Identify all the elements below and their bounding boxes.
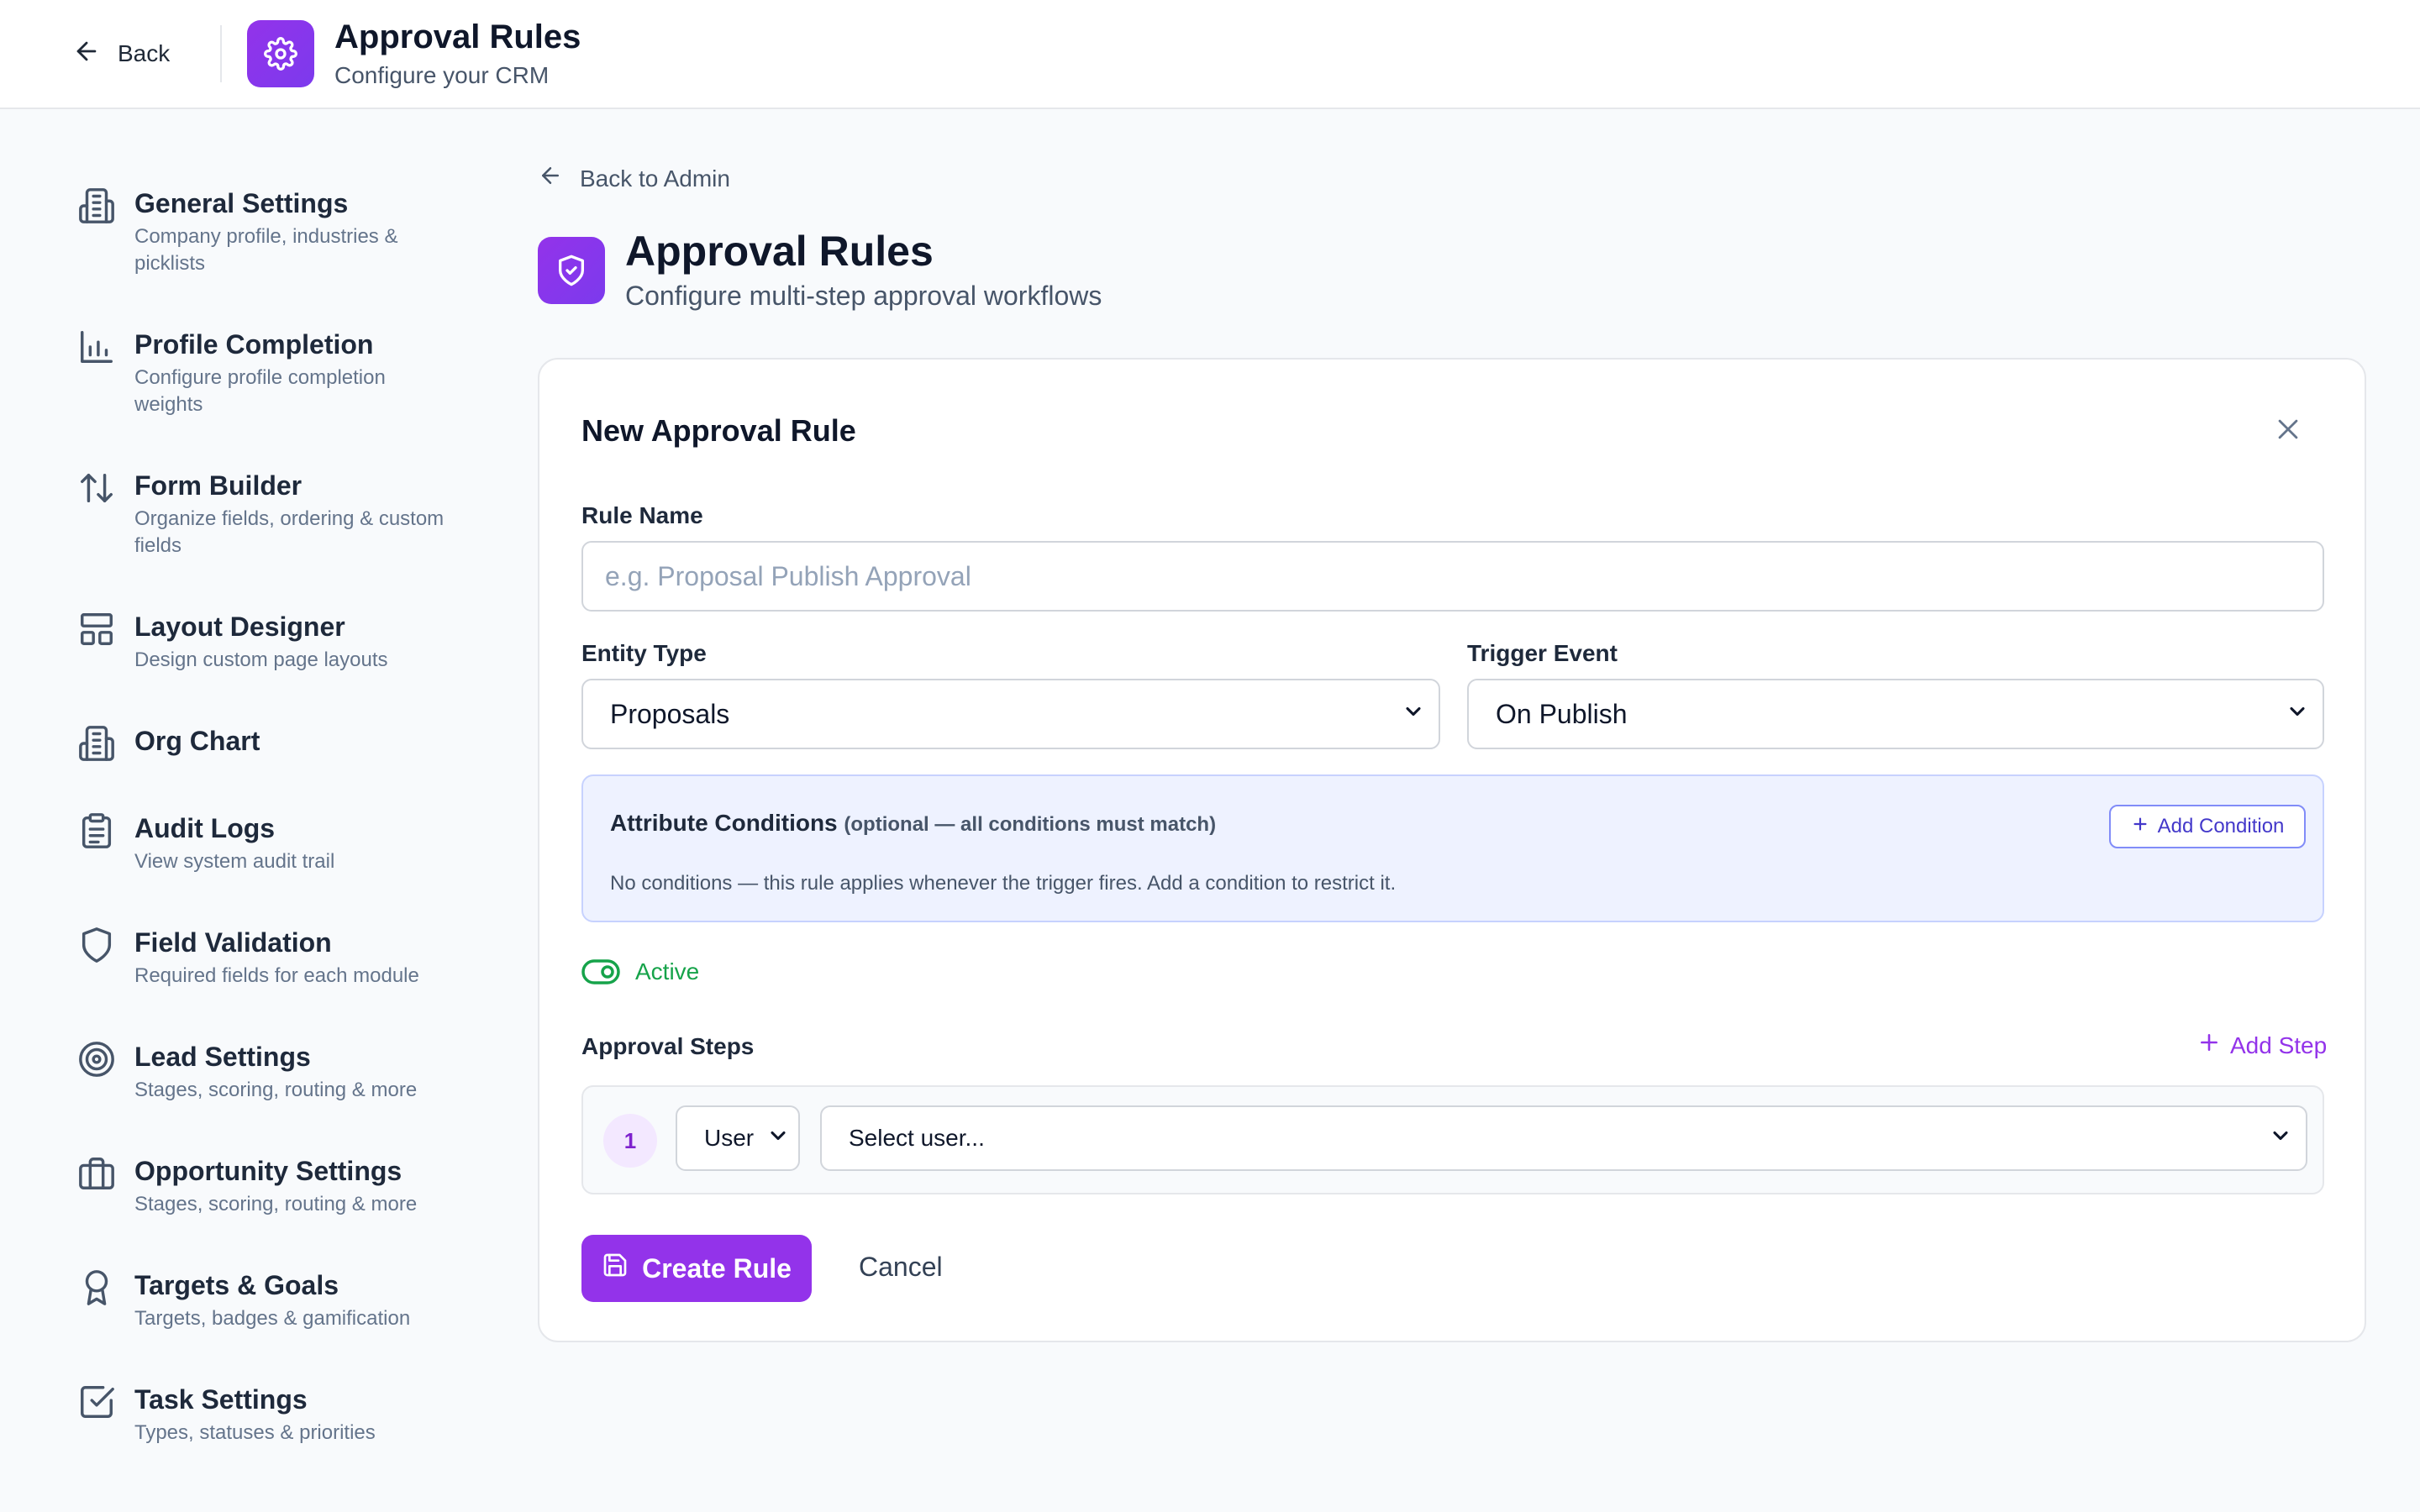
card-title: New Approval Rule <box>581 413 856 448</box>
sidebar-item-label: Field Validation <box>134 927 332 958</box>
approval-steps-label: Approval Steps <box>581 1033 755 1059</box>
sidebar-item-audit-logs[interactable]: Audit Logs View system audit trail <box>77 811 472 875</box>
back-button[interactable]: Back <box>72 34 170 74</box>
building-icon <box>77 724 116 763</box>
sidebar-item-label: Task Settings <box>134 1384 308 1415</box>
chevron-down-icon <box>2269 1124 2292 1153</box>
layout-icon <box>77 610 116 648</box>
page-subtitle: Configure multi-step approval workflows <box>625 281 1102 311</box>
sidebar-item-label: Opportunity Settings <box>134 1156 402 1186</box>
arrows-up-down-icon <box>77 469 116 507</box>
sidebar-item-label: Org Chart <box>134 726 260 756</box>
bar-chart-icon <box>77 328 116 366</box>
sidebar-item-form-builder[interactable]: Form Builder Organize fields, ordering &… <box>77 469 472 559</box>
arrow-left-icon <box>72 37 101 71</box>
gear-icon <box>247 20 314 87</box>
chevron-down-icon <box>2286 699 2309 730</box>
sidebar-item-description: Types, statuses & priorities <box>134 1421 376 1444</box>
sidebar-item-label: Lead Settings <box>134 1042 311 1072</box>
sidebar-item-description: Design custom page layouts <box>134 648 388 671</box>
add-condition-label: Add Condition <box>2157 815 2285 837</box>
entity-type-value: Proposals <box>610 698 730 729</box>
step-user-select[interactable]: Select user... <box>820 1105 2307 1171</box>
active-toggle[interactable] <box>581 958 620 986</box>
sidebar-item-description: Stages, scoring, routing & more <box>134 1079 418 1101</box>
create-rule-button[interactable]: Create Rule <box>581 1235 812 1302</box>
check-square-icon <box>77 1383 116 1421</box>
sidebar-item-opportunity-settings[interactable]: Opportunity Settings Stages, scoring, ro… <box>77 1154 472 1218</box>
chevron-down-icon <box>1402 699 1425 730</box>
sidebar-item-lead-settings[interactable]: Lead Settings Stages, scoring, routing &… <box>77 1040 472 1104</box>
sidebar: General Settings Company profile, indust… <box>0 109 504 1512</box>
sidebar-item-description: Configure profile completion weights <box>134 366 386 416</box>
clipboard-icon <box>77 811 116 850</box>
create-rule-label: Create Rule <box>642 1252 792 1284</box>
sidebar-item-description: Targets, badges & gamification <box>134 1307 411 1330</box>
sidebar-item-label: Profile Completion <box>134 329 374 360</box>
approval-step-row: 1 User Select user... <box>581 1085 2324 1194</box>
award-icon <box>77 1268 116 1307</box>
add-step-button[interactable]: Add Step <box>2198 1032 2327 1059</box>
step-user-value: Select user... <box>849 1125 985 1151</box>
entity-type-label: Entity Type <box>581 640 707 666</box>
sidebar-item-layout-designer[interactable]: Layout Designer Design custom page layou… <box>77 610 472 674</box>
plus-icon <box>2198 1032 2220 1059</box>
entity-type-select[interactable]: Proposals <box>581 679 1440 749</box>
add-step-label: Add Step <box>2230 1032 2328 1058</box>
save-icon <box>602 1252 629 1285</box>
sidebar-item-profile-completion[interactable]: Profile Completion Configure profile com… <box>77 328 472 418</box>
sidebar-item-task-settings[interactable]: Task Settings Types, statuses & prioriti… <box>77 1383 472 1446</box>
sidebar-item-label: Layout Designer <box>134 612 345 642</box>
add-condition-button[interactable]: Add Condition <box>2109 805 2306 848</box>
shield-check-icon <box>538 237 605 304</box>
sidebar-item-description: View system audit trail <box>134 850 335 873</box>
sidebar-item-label: Targets & Goals <box>134 1270 339 1300</box>
rule-name-input[interactable] <box>581 541 2324 612</box>
sidebar-item-label: General Settings <box>134 188 349 218</box>
conditions-empty-text: No conditions — this rule applies whenev… <box>610 872 1397 895</box>
conditions-title: Attribute Conditions (optional — all con… <box>610 810 1216 837</box>
app-subtitle: Configure your CRM <box>334 62 550 88</box>
trigger-event-select[interactable]: On Publish <box>1467 679 2324 749</box>
trigger-event-value: On Publish <box>1496 698 1628 729</box>
attribute-conditions-panel: Attribute Conditions (optional — all con… <box>581 774 2324 922</box>
sidebar-item-field-validation[interactable]: Field Validation Required fields for eac… <box>77 926 472 990</box>
arrow-left-icon <box>538 163 563 194</box>
back-label: Back <box>118 40 171 66</box>
divider <box>220 25 222 82</box>
top-bar: Back Approval Rules Configure your CRM <box>0 0 2420 109</box>
chevron-down-icon <box>766 1124 790 1153</box>
close-icon[interactable] <box>2274 415 2302 444</box>
sidebar-item-targets-goals[interactable]: Targets & Goals Targets, badges & gamifi… <box>77 1268 472 1332</box>
back-to-admin-label: Back to Admin <box>580 165 730 192</box>
shield-icon <box>77 926 116 964</box>
sidebar-item-label: Form Builder <box>134 470 302 501</box>
cancel-button[interactable]: Cancel <box>859 1252 943 1283</box>
sidebar-item-general-settings[interactable]: General Settings Company profile, indust… <box>77 186 472 277</box>
app-title: Approval Rules <box>334 18 581 55</box>
conditions-hint: (optional — all conditions must match) <box>844 813 1217 836</box>
target-icon <box>77 1040 116 1079</box>
back-to-admin-link[interactable]: Back to Admin <box>538 163 730 194</box>
sidebar-item-description: Required fields for each module <box>134 964 419 987</box>
sidebar-item-description: Stages, scoring, routing & more <box>134 1193 418 1215</box>
step-type-select[interactable]: User <box>676 1105 800 1171</box>
trigger-event-label: Trigger Event <box>1467 640 1618 666</box>
active-label: Active <box>635 958 700 984</box>
new-rule-card: New Approval Rule Rule Name Entity Type … <box>538 358 2366 1342</box>
briefcase-icon <box>77 1154 116 1193</box>
plus-icon <box>2131 815 2149 839</box>
sidebar-item-description: Organize fields, ordering & custom field… <box>134 507 445 557</box>
step-type-value: User <box>704 1125 755 1151</box>
conditions-title-text: Attribute Conditions <box>610 810 838 836</box>
sidebar-item-label: Audit Logs <box>134 813 276 843</box>
rule-name-label: Rule Name <box>581 502 703 528</box>
sidebar-item-org-chart[interactable]: Org Chart <box>77 724 472 763</box>
page-title: Approval Rules <box>625 228 934 275</box>
step-number-badge: 1 <box>603 1114 657 1168</box>
building-icon <box>77 186 116 225</box>
sidebar-item-description: Company profile, industries & picklists <box>134 225 398 275</box>
